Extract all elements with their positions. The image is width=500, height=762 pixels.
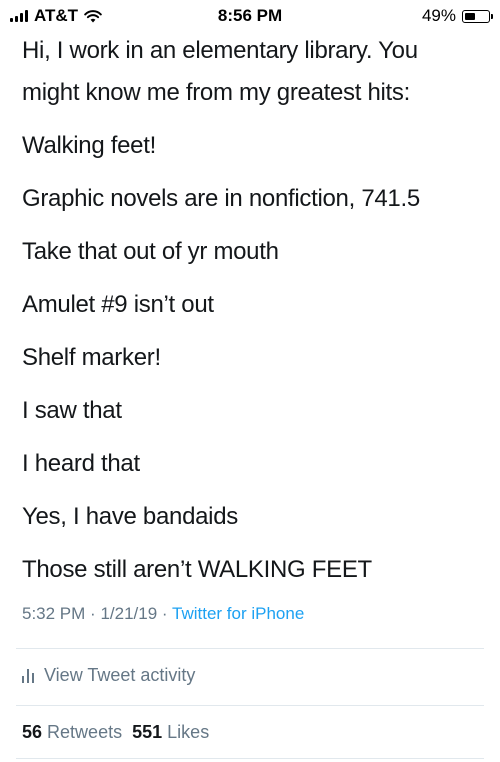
retweets-label: Retweets [47,722,123,742]
tweet-line: Amulet #9 isn’t out [22,291,214,318]
likes-count: 551 [132,722,163,742]
tweet-time: 5:32 PM [22,604,86,623]
divider [16,758,484,759]
tweet-date: 1/21/19 [100,604,158,623]
likes-label: Likes [167,722,210,742]
divider [16,648,484,649]
tweet-stats: 56 Retweets 551 Likes [22,722,209,743]
tweet-line: I heard that [22,450,140,477]
tweet-line: Shelf marker! [22,344,161,371]
tweet-line: Hi, I work in an elementary library. You [22,37,418,64]
view-tweet-activity-button[interactable]: View Tweet activity [22,665,195,686]
retweets-link[interactable]: 56 Retweets [22,722,122,742]
meta-separator: · [90,604,96,623]
tweet-line: Walking feet! [22,132,156,159]
battery-percent: 49% [421,6,456,25]
activity-label: View Tweet activity [44,665,196,685]
tweet-source-link[interactable]: Twitter for iPhone [172,604,304,623]
status-bar: AT&T 8:56 PM 49% [0,0,500,32]
status-right: 49% [421,6,493,26]
battery-nub [491,13,493,19]
tweet-metadata: 5:32 PM · 1/21/19 · Twitter for iPhone [22,604,304,624]
tweet-line: Those still aren’t WALKING FEET [22,556,372,583]
tweet-line: might know me from my greatest hits: [22,79,410,106]
divider [16,705,484,706]
bar-chart-icon [22,668,34,683]
tweet-line: Graphic novels are in nonfiction, 741.5 [22,185,420,212]
likes-link[interactable]: 551 Likes [132,722,209,742]
retweets-count: 56 [22,722,43,742]
battery-fill [465,12,475,20]
meta-separator: · [161,604,168,623]
battery-icon [462,9,493,23]
tweet-line: Take that out of yr mouth [22,238,279,265]
tweet-text: Hi, I work in an elementary library. You… [22,30,492,591]
tweet-line: Yes, I have bandaids [22,503,238,530]
tweet-line: I saw that [22,397,122,424]
